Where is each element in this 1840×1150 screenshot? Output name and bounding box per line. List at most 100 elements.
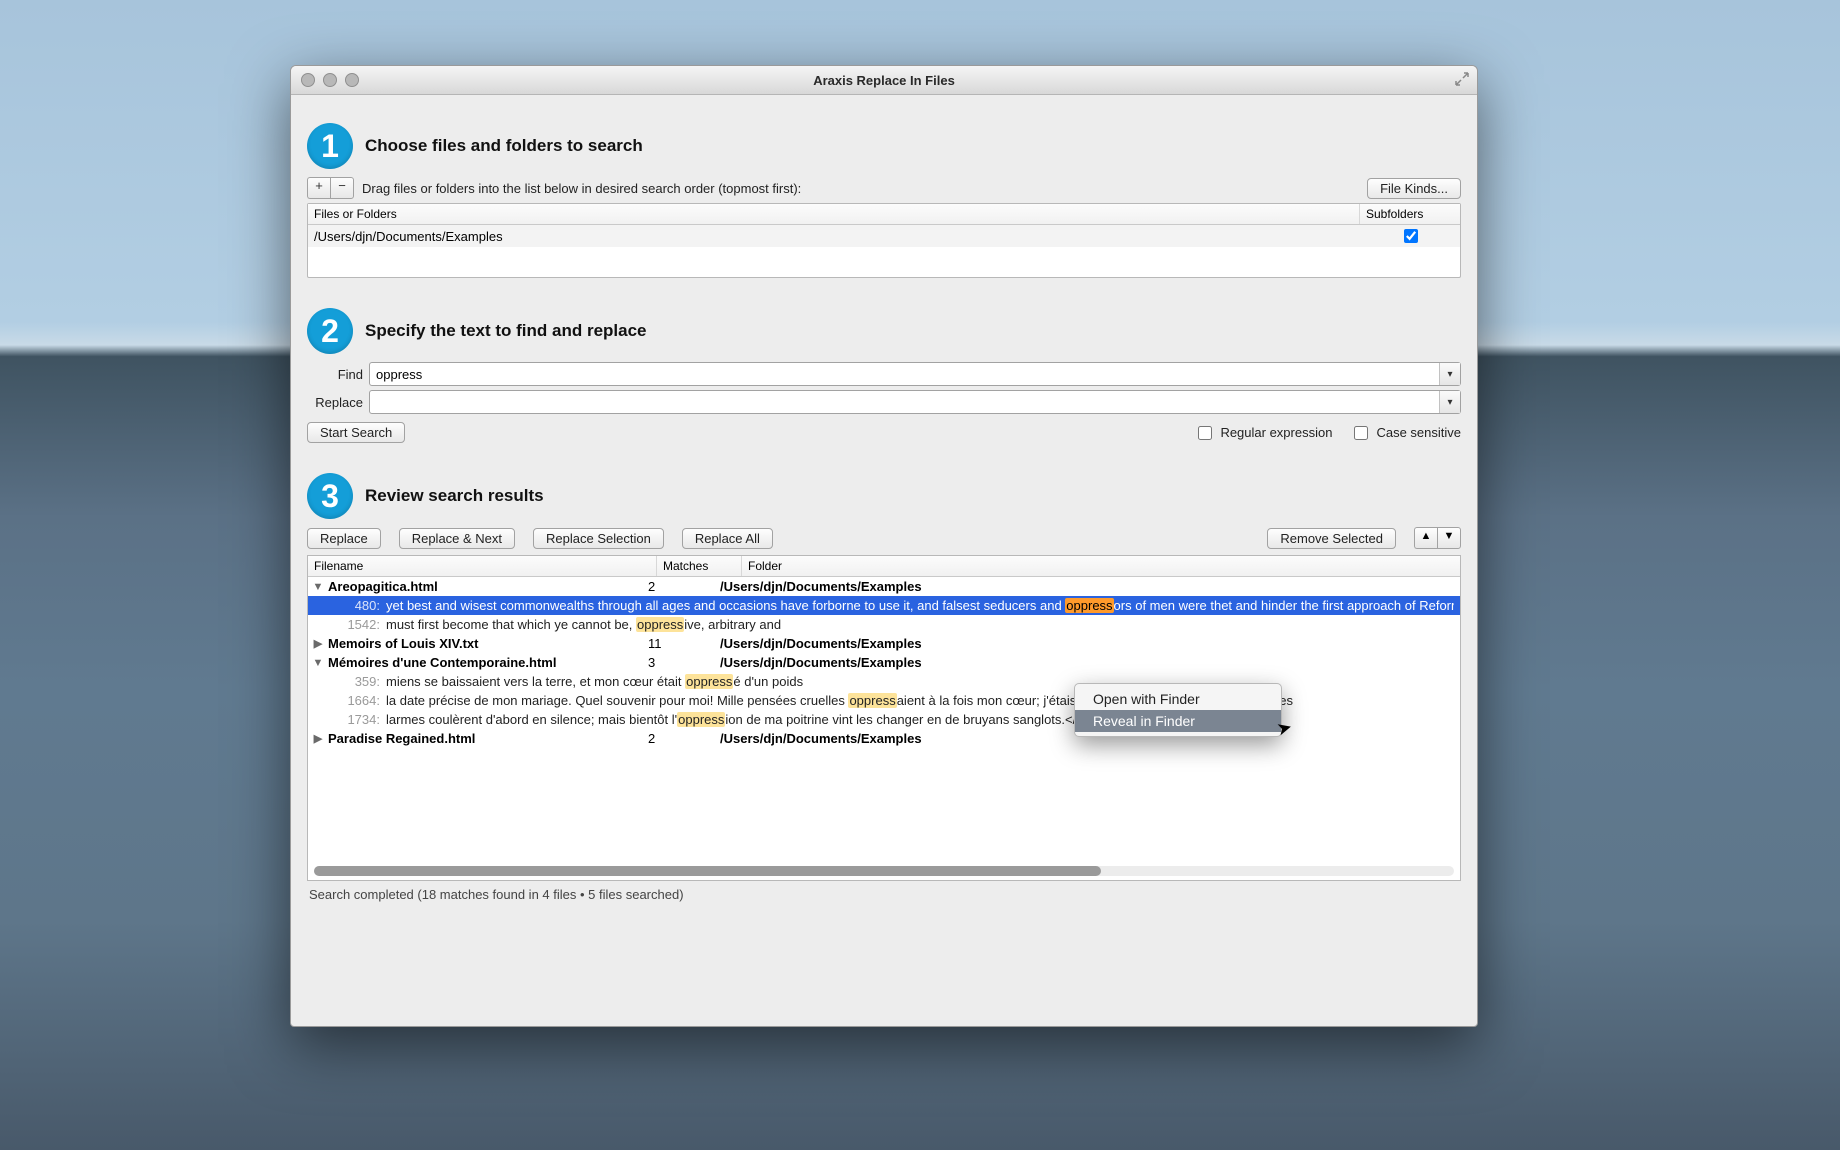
result-matchcount: 11: [648, 636, 720, 651]
result-folder: /Users/djn/Documents/Examples: [720, 579, 1454, 594]
highlight: oppress: [677, 712, 725, 727]
step3-title: Review search results: [365, 486, 544, 506]
replace-row: Replace ▾: [307, 390, 1461, 414]
step1-title: Choose files and folders to search: [365, 136, 643, 156]
paths-col-files[interactable]: Files or Folders: [308, 204, 1360, 224]
remove-path-button[interactable]: −: [330, 177, 354, 199]
paths-empty-row[interactable]: [308, 247, 1460, 277]
step3-header: 3 Review search results: [307, 473, 1461, 519]
result-filename: Areopagitica.html: [328, 579, 648, 594]
subfolder-cell: [1360, 224, 1460, 248]
result-match-row[interactable]: 359: miens se baissaient vers la terre, e…: [308, 672, 1460, 691]
file-kinds-button[interactable]: File Kinds...: [1367, 178, 1461, 199]
replace-label: Replace: [307, 395, 363, 410]
highlight: oppress: [1065, 598, 1113, 613]
find-row: Find ▾: [307, 362, 1461, 386]
start-search-button[interactable]: Start Search: [307, 422, 405, 443]
files-toolbar: + − Drag files or folders into the list …: [307, 177, 1461, 199]
highlight: oppress: [848, 693, 896, 708]
result-filename: Mémoires d'une Contemporaine.html: [328, 655, 648, 670]
app-window: Araxis Replace In Files 1 Choose files a…: [290, 65, 1478, 1027]
window-title: Araxis Replace In Files: [291, 73, 1477, 88]
results-col-folder[interactable]: Folder: [742, 556, 1460, 576]
result-matchcount: 3: [648, 655, 720, 670]
next-match-button[interactable]: ▼: [1437, 527, 1461, 549]
results-col-filename[interactable]: Filename: [308, 556, 657, 576]
context-menu-item[interactable]: Reveal in Finder: [1075, 710, 1281, 732]
results-col-matches[interactable]: Matches: [657, 556, 742, 576]
replace-input[interactable]: [370, 391, 1439, 413]
regex-option[interactable]: Regular expression: [1194, 423, 1332, 443]
disclosure-triangle-icon[interactable]: ▶: [312, 637, 324, 650]
results-toolbar: Replace Replace & Next Replace Selection…: [307, 527, 1461, 549]
context-menu-item[interactable]: Open with Finder: [1075, 688, 1281, 710]
line-number: 1542:: [330, 617, 380, 632]
result-match-row[interactable]: 480: yet best and wisest commonwealths th…: [308, 596, 1460, 615]
match-text: miens se baissaient vers la terre, et mo…: [386, 674, 1454, 689]
step2-badge: 2: [307, 308, 353, 354]
result-folder: /Users/djn/Documents/Examples: [720, 655, 1454, 670]
step1-badge: 1: [307, 123, 353, 169]
paths-col-subfolders[interactable]: Subfolders: [1360, 204, 1460, 224]
line-number: 1664:: [330, 693, 380, 708]
find-combo: ▾: [369, 362, 1461, 386]
match-text: la date précise de mon mariage. Quel sou…: [386, 693, 1454, 708]
find-history-dropdown[interactable]: ▾: [1439, 363, 1460, 385]
replace-history-dropdown[interactable]: ▾: [1439, 391, 1460, 413]
result-file-row[interactable]: ▼ Mémoires d'une Contemporaine.html3/User…: [308, 653, 1460, 672]
window-content: 1 Choose files and folders to search + −…: [291, 95, 1477, 902]
paths-table: Files or Folders Subfolders /Users/djn/D…: [307, 203, 1461, 278]
prev-match-button[interactable]: ▲: [1414, 527, 1437, 549]
disclosure-triangle-icon[interactable]: ▼: [312, 657, 324, 669]
regex-checkbox[interactable]: [1198, 426, 1212, 440]
line-number: 480:: [330, 598, 380, 613]
result-matchcount: 2: [648, 731, 720, 746]
result-filename: Paradise Regained.html: [328, 731, 648, 746]
result-folder: /Users/djn/Documents/Examples: [720, 636, 1454, 651]
case-label: Case sensitive: [1376, 425, 1461, 440]
result-match-row[interactable]: 1664: la date précise de mon mariage. Que…: [308, 691, 1460, 710]
replace-all-button[interactable]: Replace All: [682, 528, 773, 549]
replace-button[interactable]: Replace: [307, 528, 381, 549]
case-checkbox[interactable]: [1354, 426, 1368, 440]
fullscreen-icon[interactable]: [1455, 72, 1469, 86]
desktop-background: Araxis Replace In Files 1 Choose files a…: [0, 0, 1840, 1150]
regex-label: Regular expression: [1220, 425, 1332, 440]
highlight: oppress: [636, 617, 684, 632]
context-menu: Open with FinderReveal in Finder: [1074, 683, 1282, 737]
line-number: 1734:: [330, 712, 380, 727]
search-options-row: Start Search Regular expression Case sen…: [307, 422, 1461, 443]
highlight: oppress: [685, 674, 733, 689]
match-text: larmes coulèrent d'abord en silence; mai…: [386, 712, 1454, 727]
result-matchcount: 2: [648, 579, 720, 594]
match-text: yet best and wisest commonwealths throug…: [386, 598, 1454, 613]
status-bar: Search completed (18 matches found in 4 …: [307, 881, 1461, 902]
result-match-row[interactable]: 1542: must first become that which ye can…: [308, 615, 1460, 634]
step1-header: 1 Choose files and folders to search: [307, 123, 1461, 169]
result-file-row[interactable]: ▼ Areopagitica.html2/Users/djn/Documents/…: [308, 577, 1460, 596]
replace-combo: ▾: [369, 390, 1461, 414]
step3-badge: 3: [307, 473, 353, 519]
replace-next-button[interactable]: Replace & Next: [399, 528, 515, 549]
subfolder-checkbox[interactable]: [1404, 229, 1418, 243]
match-text: must first become that which ye cannot b…: [386, 617, 1454, 632]
find-label: Find: [307, 367, 363, 382]
add-path-button[interactable]: +: [307, 177, 330, 199]
results-hscrollbar[interactable]: [314, 866, 1454, 876]
find-input[interactable]: [370, 363, 1439, 385]
path-row[interactable]: /Users/djn/Documents/Examples: [308, 225, 1460, 247]
path-cell: /Users/djn/Documents/Examples: [308, 227, 1360, 246]
step2-title: Specify the text to find and replace: [365, 321, 647, 341]
result-file-row[interactable]: ▶ Memoirs of Louis XIV.txt11/Users/djn/Do…: [308, 634, 1460, 653]
replace-selection-button[interactable]: Replace Selection: [533, 528, 664, 549]
step2-header: 2 Specify the text to find and replace: [307, 308, 1461, 354]
disclosure-triangle-icon[interactable]: ▼: [312, 581, 324, 593]
case-option[interactable]: Case sensitive: [1350, 423, 1461, 443]
results-hscroll-thumb[interactable]: [314, 866, 1101, 876]
drag-hint: Drag files or folders into the list belo…: [362, 181, 801, 196]
titlebar: Araxis Replace In Files: [291, 66, 1477, 95]
line-number: 359:: [330, 674, 380, 689]
remove-selected-button[interactable]: Remove Selected: [1267, 528, 1396, 549]
disclosure-triangle-icon[interactable]: ▶: [312, 732, 324, 745]
result-filename: Memoirs of Louis XIV.txt: [328, 636, 648, 651]
